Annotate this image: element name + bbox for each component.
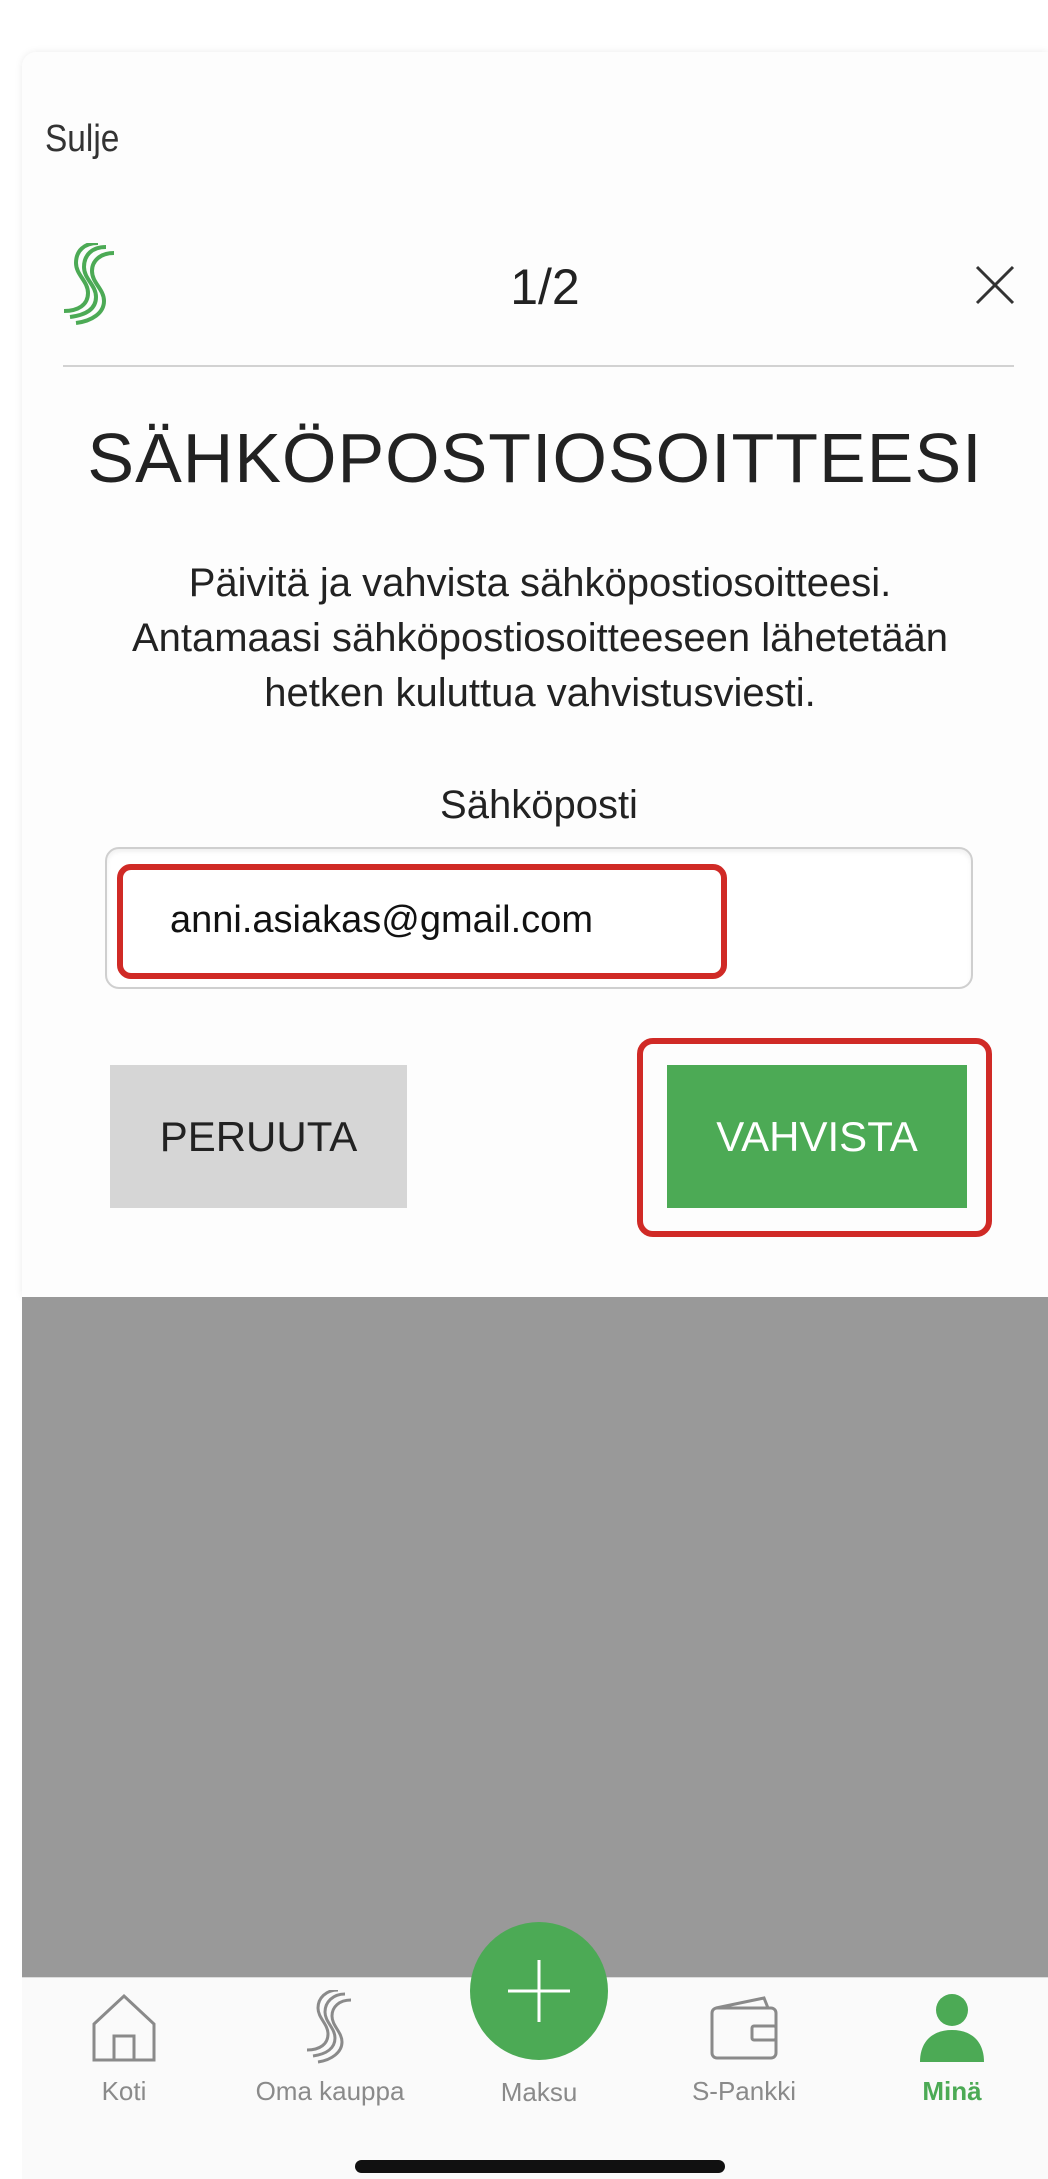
tab-koti-label: Koti	[101, 2076, 147, 2106]
tab-maksu[interactable]	[470, 1922, 608, 2060]
screen: Sulje 1/2 SÄHKÖPOSTIOSOITTEESI Päivitä j…	[0, 0, 1048, 2179]
confirm-button[interactable]: VAHVISTA	[667, 1065, 967, 1208]
modal-backdrop[interactable]	[22, 1297, 1048, 1977]
s-group-logo	[63, 243, 115, 325]
dialog-title: SÄHKÖPOSTIOSOITTEESI	[87, 419, 983, 497]
wallet-icon	[710, 1996, 778, 2060]
s-logo-icon	[306, 1990, 352, 2064]
step-indicator: 1/2	[510, 259, 580, 315]
tab-maksu-label: Maksu	[500, 2077, 578, 2107]
tab-oma-kauppa[interactable]: Oma kauppa	[240, 1990, 420, 2106]
home-indicator	[355, 2160, 725, 2173]
cancel-button[interactable]: PERUUTA	[110, 1065, 407, 1208]
person-icon	[920, 1994, 984, 2062]
tab-mina[interactable]: Minä	[862, 1990, 1042, 2106]
close-icon[interactable]	[970, 260, 1020, 310]
home-icon	[92, 1993, 156, 2062]
tab-s-pankki-label: S-Pankki	[691, 2076, 797, 2106]
tab-mina-label: Minä	[922, 2076, 982, 2106]
dialog-description: Päivitä ja vahvista sähköpostiosoitteesi…	[131, 561, 949, 715]
header-divider	[63, 365, 1014, 367]
tab-koti[interactable]: Koti	[34, 1990, 214, 2106]
close-link[interactable]: Sulje	[45, 118, 119, 161]
plus-icon	[508, 1960, 570, 2022]
tab-oma-kauppa-label: Oma kauppa	[255, 2076, 405, 2106]
email-label: Sähköposti	[440, 783, 638, 827]
email-input[interactable]	[170, 895, 720, 945]
tab-s-pankki[interactable]: S-Pankki	[654, 1990, 834, 2106]
